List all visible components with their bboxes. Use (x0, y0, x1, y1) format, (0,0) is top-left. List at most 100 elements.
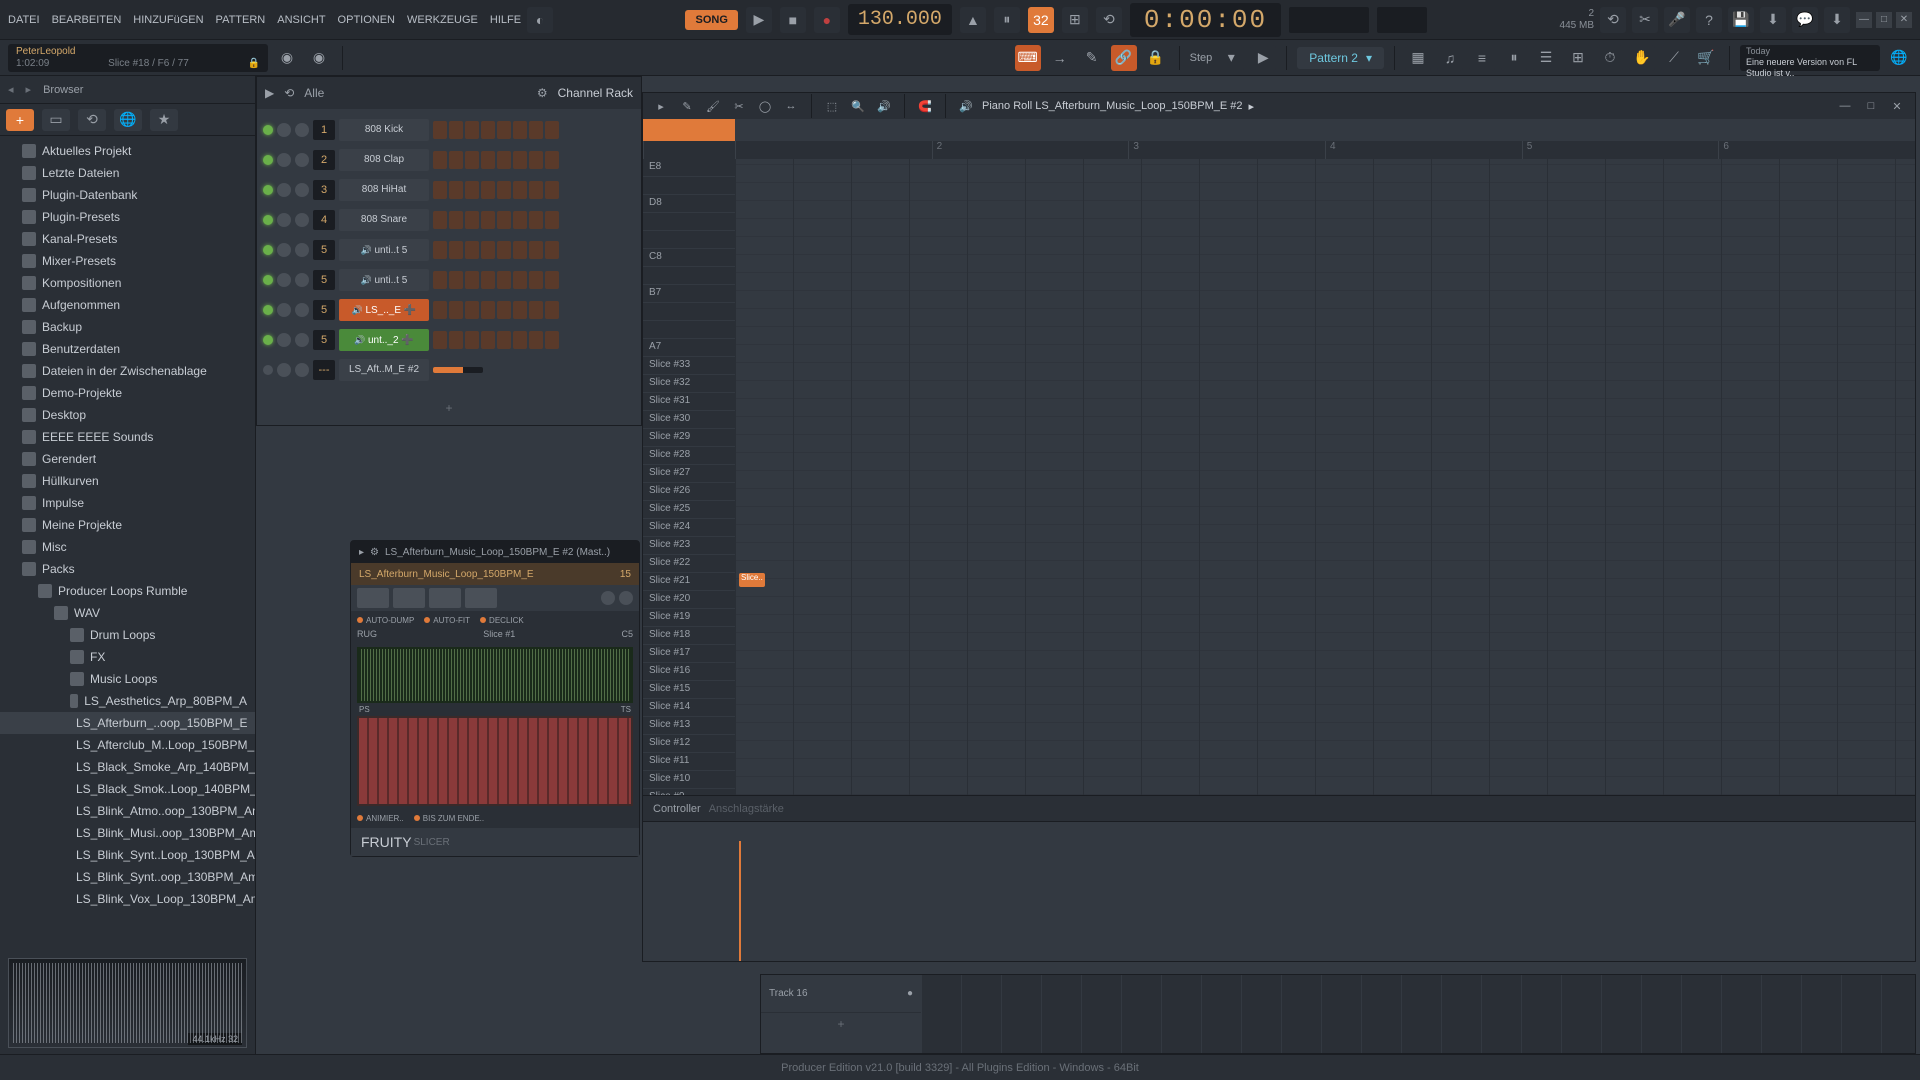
cr-play-button[interactable]: ▶ (265, 86, 274, 100)
step-button[interactable] (481, 301, 495, 319)
step-button[interactable] (449, 241, 463, 259)
menu-pattern[interactable]: PATTERN (216, 14, 266, 26)
piano-key-label[interactable] (643, 213, 735, 231)
channel-name[interactable]: LS_.._E ➕ (339, 299, 429, 321)
tree-item[interactable]: Aufgenommen (0, 294, 255, 316)
view-browser-button[interactable]: ☰ (1533, 45, 1559, 71)
slicer-titlebar[interactable]: ▸ ⚙ LS_Afterburn_Music_Loop_150BPM_E #2 … (351, 541, 639, 563)
browser-collapse-button[interactable]: ▭ (42, 109, 70, 131)
piano-slice-label[interactable]: Slice #29 (643, 429, 735, 447)
render-icon[interactable]: ⬇ (1760, 7, 1786, 33)
pr-close-button[interactable]: ✕ (1887, 96, 1907, 116)
piano-slice-label[interactable]: Slice #21 (643, 573, 735, 591)
step-button[interactable] (465, 211, 479, 229)
piano-key-label[interactable] (643, 321, 735, 339)
channel-mute-led[interactable] (263, 275, 273, 285)
piano-slice-label[interactable]: Slice #31 (643, 393, 735, 411)
channel-mute-led[interactable] (263, 185, 273, 195)
tree-item[interactable]: Packs (0, 558, 255, 580)
channel-pan-knob[interactable] (277, 213, 291, 227)
chat-icon[interactable]: 💬 (1792, 7, 1818, 33)
tools-icon[interactable]: ✂ (1632, 7, 1658, 33)
touch-button[interactable]: ✋ (1629, 45, 1655, 71)
undo-icon[interactable]: ⟲ (1600, 7, 1626, 33)
tree-item-drumloops[interactable]: Drum Loops (0, 624, 255, 646)
slicer-waveform-slices[interactable] (357, 716, 633, 806)
velocity-bar[interactable] (739, 841, 741, 961)
step-button[interactable] (497, 211, 511, 229)
piano-slice-label[interactable]: Slice #19 (643, 609, 735, 627)
step-play-button[interactable]: ▶ (1250, 45, 1276, 71)
channel-row[interactable]: 3808 HiHat (257, 175, 641, 205)
channel-mute-led[interactable] (263, 125, 273, 135)
loop-icon[interactable]: ⟲ (1096, 7, 1122, 33)
step-button[interactable] (449, 331, 463, 349)
step-button[interactable] (529, 271, 543, 289)
piano-slice-label[interactable]: Slice #10 (643, 771, 735, 789)
channel-row[interactable]: 4808 Snare (257, 205, 641, 235)
pr-menu-button[interactable]: ▸ (651, 96, 671, 116)
piano-roll-grid[interactable]: Slice.. (735, 159, 1915, 795)
step-button[interactable] (497, 181, 511, 199)
piano-slice-label[interactable]: Slice #32 (643, 375, 735, 393)
download-icon[interactable]: ⬇ (1824, 7, 1850, 33)
tree-item[interactable]: Letzte Dateien (0, 162, 255, 184)
channel-row[interactable]: 5unti..t 5 (257, 235, 641, 265)
channel-vol-knob[interactable] (295, 213, 309, 227)
tree-item-fx[interactable]: FX (0, 646, 255, 668)
cr-loop-button[interactable]: ⟲ (284, 86, 294, 100)
piano-slice-label[interactable]: Slice #28 (643, 447, 735, 465)
piano-key-label[interactable]: E8 (643, 159, 735, 177)
channel-row[interactable]: 2808 Clap (257, 145, 641, 175)
channel-mute-led[interactable] (263, 365, 273, 375)
pattern-selector[interactable]: Pattern 2▾ (1297, 47, 1384, 69)
channel-mute-led[interactable] (263, 305, 273, 315)
slicer-edit-button[interactable] (429, 588, 461, 608)
piano-slice-label[interactable]: Slice #33 (643, 357, 735, 375)
channel-pan-knob[interactable] (277, 333, 291, 347)
menu-optionen[interactable]: OPTIONEN (338, 14, 395, 26)
song-mode-button[interactable]: SONG (685, 10, 737, 30)
channel-pan-knob[interactable] (277, 123, 291, 137)
playlist-grid[interactable] (921, 975, 1915, 1053)
typing-keyboard-button[interactable]: ⌨ (1015, 45, 1041, 71)
channel-mixer-num[interactable]: 3 (313, 180, 335, 200)
channel-name[interactable]: 808 Clap (339, 149, 429, 171)
maximize-button[interactable]: □ (1876, 12, 1892, 28)
step-button[interactable] (433, 121, 447, 139)
piano-slice-label[interactable]: Slice #24 (643, 519, 735, 537)
pr-dropdown-icon[interactable]: ▸ (1249, 100, 1255, 113)
tree-item[interactable]: Mixer-Presets (0, 250, 255, 272)
mic-icon[interactable]: 🎤 (1664, 7, 1690, 33)
cr-options-icon[interactable]: ⚙ (537, 86, 548, 100)
wait-input-icon[interactable]: ⏸ (994, 7, 1020, 33)
step-button[interactable] (481, 211, 495, 229)
tree-file[interactable]: LS_Blink_Musi..oop_130BPM_Am (0, 822, 255, 844)
step-button[interactable] (465, 331, 479, 349)
step-button[interactable] (545, 271, 559, 289)
pr-zoom-tool[interactable]: 🔍 (848, 96, 868, 116)
tree-item[interactable]: Kanal-Presets (0, 228, 255, 250)
step-button[interactable] (513, 181, 527, 199)
step-button[interactable] (513, 241, 527, 259)
piano-slice-label[interactable]: Slice #26 (643, 483, 735, 501)
tree-item[interactable]: Backup (0, 316, 255, 338)
channel-vol-knob[interactable] (295, 273, 309, 287)
piano-roll-timeline[interactable]: 2 3 4 5 6 (643, 141, 1915, 159)
channel-name[interactable]: LS_Aft..M_E #2 (339, 359, 429, 381)
pr-delete-tool[interactable]: ✂ (729, 96, 749, 116)
pr-sound-icon[interactable]: 🔊 (956, 96, 976, 116)
slicer-gear-icon[interactable]: ⚙ (370, 547, 379, 558)
menu-bearbeiten[interactable]: BEARBEITEN (52, 14, 122, 26)
channel-mixer-num[interactable]: 2 (313, 150, 335, 170)
knob-2[interactable]: ◉ (306, 45, 332, 71)
step-button[interactable] (529, 301, 543, 319)
slicer-open-button[interactable] (357, 588, 389, 608)
piano-slice-label[interactable]: Slice #20 (643, 591, 735, 609)
channel-row[interactable]: 5unti..t 5 (257, 265, 641, 295)
metronome-icon[interactable]: ▲ (960, 7, 986, 33)
channel-pan-knob[interactable] (277, 153, 291, 167)
step-button[interactable] (449, 211, 463, 229)
step-button[interactable] (433, 211, 447, 229)
channel-name[interactable]: unt.._2 ➕ (339, 329, 429, 351)
